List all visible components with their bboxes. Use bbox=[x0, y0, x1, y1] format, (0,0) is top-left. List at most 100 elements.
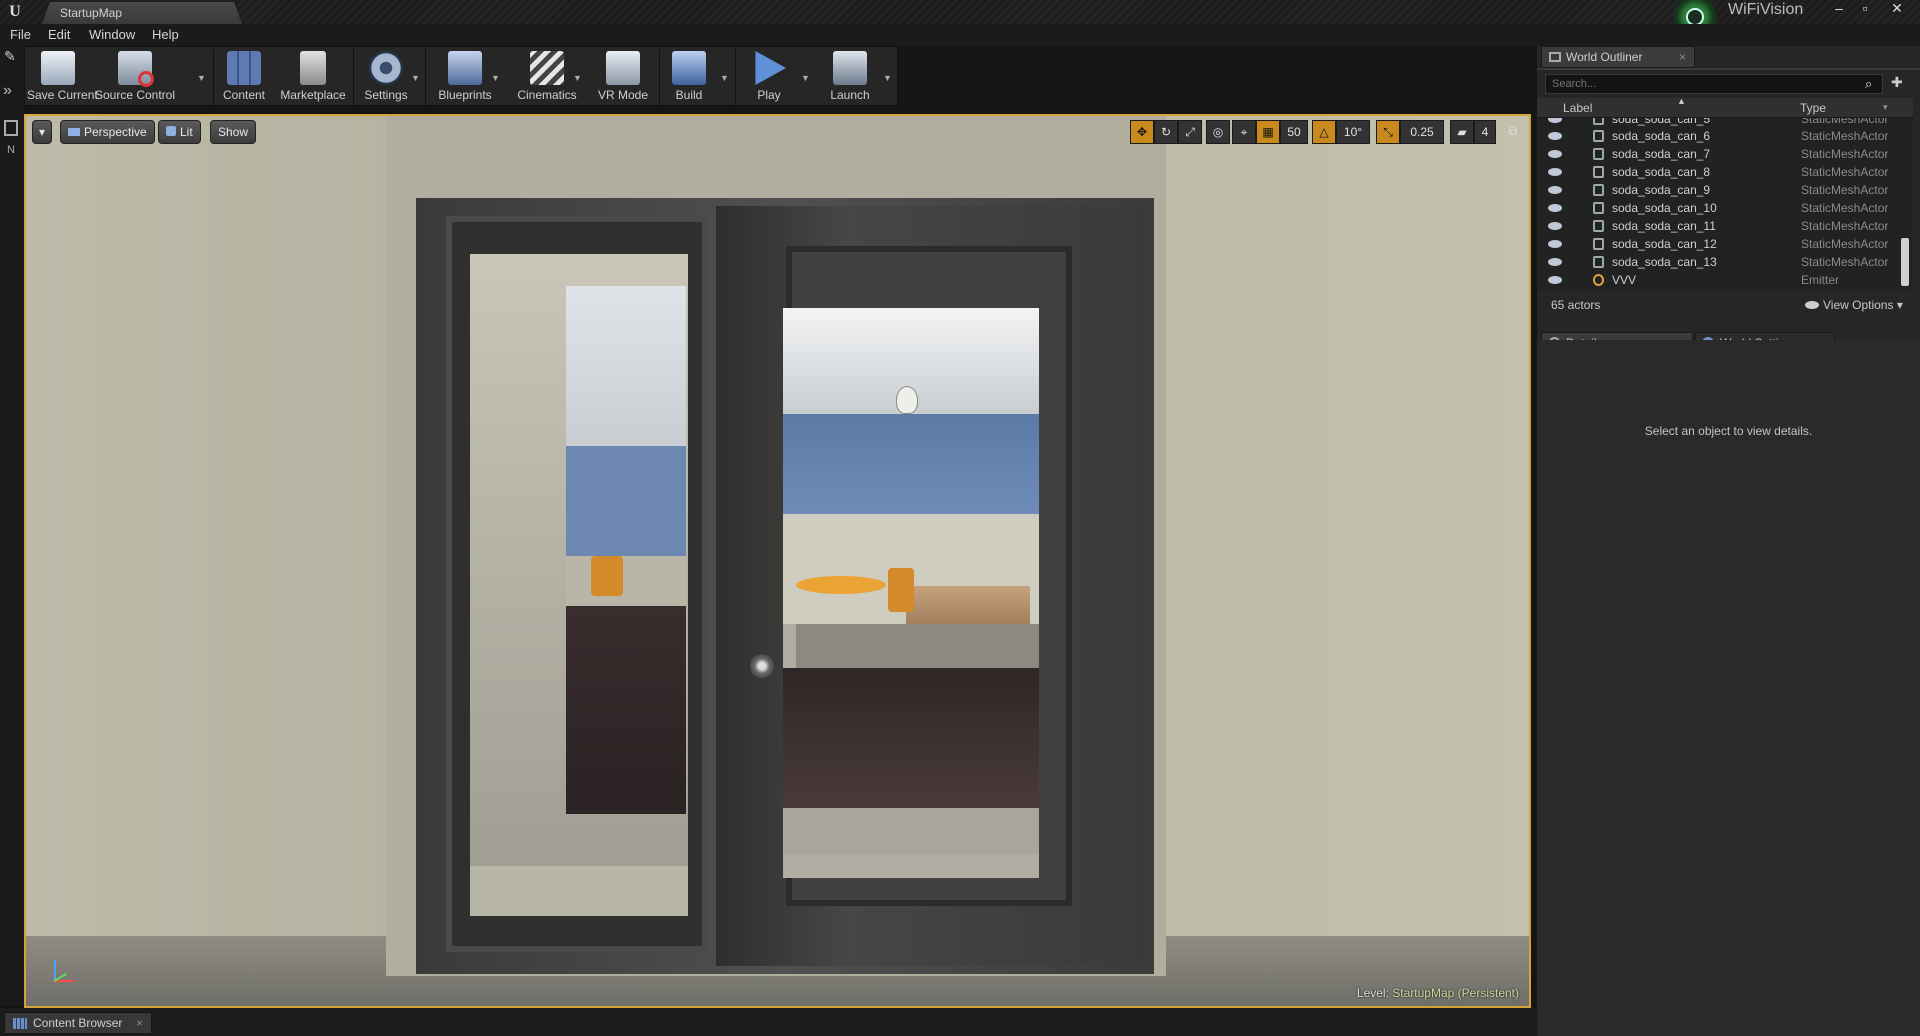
vr-mode-button[interactable]: VR Mode bbox=[591, 47, 655, 107]
settings-dropdown-icon[interactable]: ▼ bbox=[411, 73, 421, 83]
door-crossbar bbox=[796, 624, 1039, 668]
add-filter-icon[interactable]: ✚ bbox=[1891, 74, 1903, 91]
list-item[interactable]: VVV Emitter bbox=[1537, 271, 1900, 289]
list-item[interactable]: soda_soda_can_8 StaticMeshActor bbox=[1537, 163, 1900, 181]
static-mesh-icon bbox=[1593, 220, 1604, 232]
perspective-button[interactable]: Perspective bbox=[60, 120, 155, 144]
marketplace-button[interactable]: Marketplace bbox=[275, 47, 351, 107]
visibility-eye-icon[interactable] bbox=[1548, 150, 1562, 158]
light-bulb-icon bbox=[896, 386, 918, 414]
source-control-dropdown-icon[interactable]: ▼ bbox=[197, 73, 207, 83]
column-label[interactable]: Label bbox=[1563, 101, 1592, 115]
viewport-toolbar: ▾ Perspective Lit Show ✥ ↻ ⤢ ◎ ⌖ ▦ 50 △ … bbox=[26, 116, 1529, 144]
menu-window[interactable]: Window bbox=[89, 27, 135, 42]
office-chair bbox=[888, 568, 914, 612]
sidelight-sill bbox=[470, 866, 688, 916]
list-item[interactable]: soda_soda_can_13 StaticMeshActor bbox=[1537, 253, 1900, 271]
marketplace-icon bbox=[300, 51, 326, 85]
outliner-search-input[interactable] bbox=[1545, 74, 1883, 94]
list-item[interactable]: soda_soda_can_6 StaticMeshActor bbox=[1537, 127, 1900, 145]
visibility-eye-icon[interactable] bbox=[1548, 222, 1562, 230]
menu-file[interactable]: File bbox=[10, 27, 31, 42]
play-icon bbox=[755, 51, 786, 85]
viewport-options-button[interactable]: ▾ bbox=[32, 120, 52, 144]
grid-snap-value[interactable]: 50 bbox=[1280, 120, 1308, 144]
level-label: Level: StartupMap (Persistent) bbox=[1356, 986, 1519, 1000]
build-button[interactable]: Build bbox=[661, 47, 717, 107]
close-tab-icon[interactable]: × bbox=[136, 1013, 143, 1033]
translate-mode-icon[interactable]: ✥ bbox=[1130, 120, 1154, 144]
launch-icon bbox=[833, 51, 867, 85]
save-current-button[interactable]: Save Current bbox=[27, 47, 98, 107]
show-button[interactable]: Show bbox=[210, 120, 257, 144]
source-control-button[interactable]: Source Control bbox=[91, 47, 179, 107]
menu-help[interactable]: Help bbox=[152, 27, 179, 42]
visibility-eye-icon[interactable] bbox=[1548, 258, 1562, 266]
rotation-snap-value[interactable]: 10° bbox=[1336, 120, 1370, 144]
visibility-eye-icon[interactable] bbox=[1548, 118, 1562, 123]
maximize-button[interactable]: ▫ bbox=[1852, 0, 1878, 18]
settings-button[interactable]: Settings bbox=[355, 47, 417, 107]
cinematics-dropdown-icon[interactable]: ▼ bbox=[573, 73, 583, 83]
play-dropdown-icon[interactable]: ▼ bbox=[801, 73, 811, 83]
round-table bbox=[796, 576, 886, 594]
grid-snap-icon[interactable]: ▦ bbox=[1256, 120, 1280, 144]
world-space-icon[interactable]: ◎ bbox=[1206, 120, 1230, 144]
sort-ascending-icon[interactable]: ▲ bbox=[1677, 96, 1686, 106]
close-button[interactable]: ✕ bbox=[1884, 0, 1910, 18]
static-mesh-icon bbox=[1593, 238, 1604, 250]
static-mesh-icon bbox=[1593, 166, 1604, 178]
scale-snap-icon[interactable]: ⤡ bbox=[1376, 120, 1400, 144]
rotate-mode-icon[interactable]: ↻ bbox=[1154, 120, 1178, 144]
main-toolbar: Save Current Source Control ▼ Content Ma… bbox=[24, 46, 898, 106]
content-button[interactable]: Content bbox=[215, 47, 273, 107]
menu-edit[interactable]: Edit bbox=[48, 27, 70, 42]
expand-icon[interactable]: » bbox=[3, 82, 12, 100]
list-item[interactable]: soda_soda_can_7 StaticMeshActor bbox=[1537, 145, 1900, 163]
list-item[interactable]: soda_soda_can_10 StaticMeshActor bbox=[1537, 199, 1900, 217]
visibility-eye-icon[interactable] bbox=[1548, 204, 1562, 212]
lit-button[interactable]: Lit bbox=[158, 120, 201, 144]
list-item[interactable]: soda_soda_can_11 StaticMeshActor bbox=[1537, 217, 1900, 235]
maximize-viewport-icon[interactable]: ⧉ bbox=[1504, 120, 1522, 144]
view-options-button[interactable]: View Options ▾ bbox=[1805, 292, 1903, 318]
surface-snap-icon[interactable]: ⌖ bbox=[1232, 120, 1256, 144]
panel-toggle-icon[interactable] bbox=[4, 120, 18, 136]
details-panel: Select an object to view details. bbox=[1537, 340, 1920, 1036]
outliner-list: soda_soda_can_5 StaticMeshActor soda_sod… bbox=[1537, 118, 1913, 290]
eye-icon bbox=[1805, 301, 1819, 309]
minimize-button[interactable]: – bbox=[1826, 0, 1852, 18]
launch-button[interactable]: Launch bbox=[817, 47, 883, 107]
camera-speed-value[interactable]: 4 bbox=[1474, 120, 1496, 144]
source-control-icon bbox=[118, 51, 154, 87]
build-dropdown-icon[interactable]: ▼ bbox=[720, 73, 730, 83]
list-item[interactable]: soda_soda_can_12 StaticMeshActor bbox=[1537, 235, 1900, 253]
visibility-eye-icon[interactable] bbox=[1548, 168, 1562, 176]
static-mesh-icon bbox=[1593, 184, 1604, 196]
outliner-scrollbar[interactable] bbox=[1901, 238, 1909, 286]
play-button[interactable]: Play bbox=[737, 47, 801, 107]
brand-name: WiFiVision bbox=[1728, 1, 1804, 18]
visibility-eye-icon[interactable] bbox=[1548, 240, 1562, 248]
visibility-eye-icon[interactable] bbox=[1548, 276, 1562, 284]
rotation-snap-icon[interactable]: △ bbox=[1312, 120, 1336, 144]
emitter-icon bbox=[1593, 274, 1604, 286]
launch-dropdown-icon[interactable]: ▼ bbox=[883, 73, 893, 83]
tab-content-browser[interactable]: Content Browser × bbox=[4, 1012, 152, 1034]
scale-mode-icon[interactable]: ⤢ bbox=[1178, 120, 1202, 144]
visibility-eye-icon[interactable] bbox=[1548, 186, 1562, 194]
column-type[interactable]: Type bbox=[1800, 101, 1826, 115]
level-viewport[interactable]: ▾ Perspective Lit Show ✥ ↻ ⤢ ◎ ⌖ ▦ 50 △ … bbox=[24, 114, 1531, 1008]
modes-icon[interactable]: ✎ bbox=[4, 48, 20, 64]
camera-speed-icon[interactable]: ▰ bbox=[1450, 120, 1474, 144]
scale-snap-value[interactable]: 0.25 bbox=[1400, 120, 1444, 144]
tab-world-outliner[interactable]: World Outliner × bbox=[1541, 46, 1695, 68]
type-dropdown-icon[interactable]: ▾ bbox=[1883, 102, 1888, 113]
mode-strip: ✎ » N bbox=[0, 46, 24, 1006]
blueprints-dropdown-icon[interactable]: ▼ bbox=[491, 73, 501, 83]
visibility-eye-icon[interactable] bbox=[1548, 132, 1562, 140]
close-tab-icon[interactable]: × bbox=[1679, 47, 1686, 67]
cinematics-icon bbox=[530, 51, 564, 85]
list-item[interactable]: soda_soda_can_9 StaticMeshActor bbox=[1537, 181, 1900, 199]
document-tab[interactable]: StartupMap bbox=[42, 2, 242, 24]
